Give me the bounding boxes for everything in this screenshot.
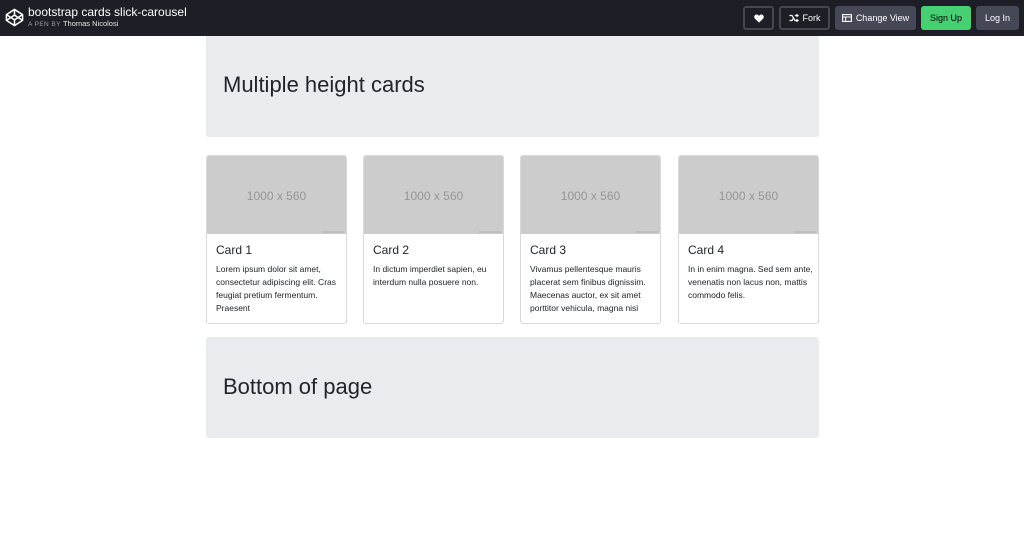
fork-button[interactable]: Fork [779,6,830,30]
fork-icon [789,14,799,22]
pen-title[interactable]: bootstrap cards slick-carousel [28,6,187,19]
change-view-button[interactable]: Change View [835,6,916,30]
card: 1000 x 560 Card 1 Lorem ipsum dolor sit … [206,155,347,324]
layout-icon [841,14,852,22]
codepen-header: bootstrap cards slick-carousel A PEN BY … [0,0,1024,36]
placeholder-watermark [636,231,658,233]
log-in-label: Log In [984,13,1011,23]
change-view-label: Change View [855,13,910,23]
top-heading: Multiple height cards [223,72,425,97]
pen-title-block: bootstrap cards slick-carousel A PEN BY … [28,6,187,29]
card-image-placeholder: 1000 x 560 [679,156,818,234]
bottom-jumbotron: Bottom of page [206,337,819,438]
card-image-text: 1000 x 560 [560,189,621,203]
placeholder-watermark [479,231,501,233]
pen-byline: A PEN BY Thomas Nicolosi [28,19,187,29]
placeholder-watermark [794,231,816,233]
pen-by-label: A PEN BY [28,21,61,28]
card-image-placeholder: 1000 x 560 [521,156,660,234]
sign-up-button[interactable]: Sign Up [921,6,971,30]
card-title: Card 1 [216,243,253,257]
card-title: Card 4 [688,243,725,257]
card-title: Card 3 [530,243,567,257]
top-jumbotron: Multiple height cards [206,36,819,137]
card: 1000 x 560 Card 3 Vivamus pellentesque m… [520,155,661,324]
placeholder-watermark [322,231,344,233]
card-title: Card 2 [373,243,410,257]
heart-icon [753,14,764,23]
card-text: In in enim magna. Sed sem ante, venenati… [688,264,813,300]
bottom-heading: Bottom of page [223,374,373,399]
codepen-logo-icon[interactable] [5,8,24,27]
sign-up-label: Sign Up [929,13,963,23]
card-text: In dictum imperdiet sapien, eu interdum … [373,264,487,287]
card-image-text: 1000 x 560 [718,189,779,203]
card-image-placeholder: 1000 x 560 [207,156,346,234]
heart-button[interactable] [743,6,774,30]
card-text: Lorem ipsum dolor sit amet, consectetur … [216,264,337,313]
log-in-button[interactable]: Log In [976,6,1019,30]
card-image-text: 1000 x 560 [403,189,464,203]
card-image-text: 1000 x 560 [246,189,307,203]
card-image-placeholder: 1000 x 560 [364,156,503,234]
card: 1000 x 560 Card 4 In in enim magna. Sed … [678,155,819,324]
card: 1000 x 560 Card 2 In dictum imperdiet sa… [363,155,504,324]
pen-author-link[interactable]: Thomas Nicolosi [63,19,118,28]
card-text: Vivamus pellentesque mauris placerat sem… [530,264,646,313]
fork-label: Fork [802,13,821,23]
